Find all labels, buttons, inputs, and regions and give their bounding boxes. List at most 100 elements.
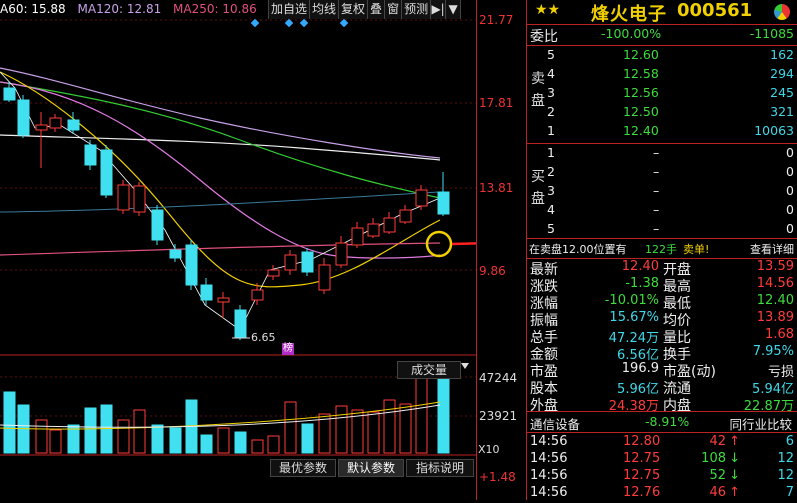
candle-body: [234, 309, 247, 339]
volume-bar: [251, 439, 264, 454]
chevron-down-icon[interactable]: [461, 363, 469, 369]
dropdown-icon[interactable]: ▼: [446, 0, 462, 19]
sell-price[interactable]: 12.58: [623, 66, 659, 81]
stock-title-bar: ★★ 烽火电子 000561: [527, 0, 797, 25]
stat-row: 总手 47.24万 量比 1.68: [527, 327, 797, 346]
buy-price[interactable]: –: [653, 145, 659, 160]
ma-line-green: [0, 81, 441, 199]
add-watchlist-button[interactable]: 加自选: [269, 0, 311, 19]
industry-compare-button[interactable]: 同行业比较: [729, 414, 792, 433]
stock-name: 烽火电子: [591, 4, 667, 25]
buy-price[interactable]: –: [653, 183, 659, 198]
tick-row: 14:56 12.75 52 ↓ 12: [527, 468, 797, 486]
price-trace: [0, 71, 441, 331]
stat-label: 外盘: [530, 398, 558, 414]
annotation-arrow-line: [451, 242, 476, 246]
axis-label: 21.77: [479, 13, 514, 27]
fullscreen-icon[interactable]: ▶|: [431, 0, 447, 19]
arrow-down-icon: ↓: [729, 468, 740, 483]
level-number: 1: [547, 145, 555, 160]
stat-row: 金额 6.56亿 换手 7.95%: [527, 344, 797, 363]
sector-row[interactable]: 通信设备 -8.91% 同行业比较: [527, 414, 797, 432]
buy-volume: 0: [786, 183, 794, 198]
volume-bar: [217, 427, 230, 454]
ma-settings-button[interactable]: 均线: [310, 0, 340, 19]
stat-value: 15.67%: [609, 310, 659, 325]
sell-level-row: 5 12.60 162: [527, 47, 797, 65]
level-number: 3: [547, 183, 555, 198]
candle-body: [383, 217, 396, 233]
volume-bar: [200, 434, 213, 454]
candle-body: [251, 289, 264, 301]
stat-value: 196.9: [621, 361, 659, 376]
weibi-label: 委比: [530, 29, 558, 45]
window-button[interactable]: 窗: [385, 0, 403, 19]
tick-volume: 46: [709, 485, 726, 500]
buy-volume: 0: [786, 202, 794, 217]
level-number: 1: [547, 123, 555, 138]
sector-name[interactable]: 通信设备: [530, 414, 580, 433]
stat-value: 13.59: [756, 259, 794, 274]
stat-value: 1.68: [765, 327, 794, 342]
indicator-help-button[interactable]: 指标说明: [406, 459, 474, 477]
rank-badge[interactable]: 榜: [282, 343, 294, 355]
alert-tag: 卖单!: [683, 243, 710, 256]
stat-row: 振幅 15.67% 均价 13.89: [527, 310, 797, 329]
sell-price[interactable]: 12.40: [623, 123, 659, 138]
chart-toolbar: 加自选 均线 复权 叠 窗 预测 ▶| ▼: [268, 0, 462, 19]
volume-bar: [3, 391, 16, 454]
big-order-alert[interactable]: 在卖盘12.00位置有 122手 卖单! 查看详细: [527, 241, 797, 259]
buy-level-row: 1 – 0: [527, 145, 797, 163]
default-params-button[interactable]: 默认参数: [338, 459, 404, 477]
volume-bar: [35, 419, 48, 454]
tick-price: 12.80: [623, 434, 661, 449]
level-number: 2: [547, 164, 555, 179]
buy-price[interactable]: –: [653, 164, 659, 179]
best-params-button[interactable]: 最优参数: [270, 459, 336, 477]
volume-indicator-select[interactable]: 成交量: [397, 361, 461, 379]
sell-price[interactable]: 12.60: [623, 47, 659, 62]
ma-line-cyan-faint: [0, 191, 441, 213]
stat-row: 最新 12.40 开盘 13.59: [527, 259, 797, 278]
adjust-price-button[interactable]: 复权: [339, 0, 369, 19]
volume-bar: [267, 435, 280, 454]
tick-price: 12.76: [623, 485, 661, 500]
sell-volume: 245: [770, 85, 794, 100]
kline-canvas[interactable]: [0, 0, 476, 500]
candle-body: [267, 269, 280, 277]
volume-bar: [169, 427, 182, 454]
stat-value: 13.89: [756, 310, 794, 325]
sell-volume: 321: [770, 104, 794, 119]
buy-volume: 0: [786, 145, 794, 160]
candle-body: [185, 244, 198, 286]
candle-body: [367, 223, 380, 237]
axis-label: 13.81: [479, 181, 514, 195]
ma-line-red-long: [0, 242, 441, 256]
tick-time: 14:56: [530, 451, 568, 466]
volume-bar: [301, 423, 314, 454]
candle-body: [117, 184, 130, 211]
volume-bar: [335, 405, 348, 454]
volume-bar: [437, 371, 450, 454]
volume-bar: [117, 419, 130, 454]
kline-chart[interactable]: A60: 15.88 MA120: 12.81 MA250: 10.86 加自选…: [0, 0, 476, 500]
view-details-link[interactable]: 查看详细: [750, 241, 794, 257]
candle-body: [151, 209, 164, 241]
forecast-button[interactable]: 预测: [402, 0, 432, 19]
ma-line-yellow: [0, 71, 441, 288]
candle-body: [133, 185, 146, 213]
tick-volume: 52: [709, 468, 726, 483]
sell-price[interactable]: 12.56: [623, 85, 659, 100]
volume-bar: [49, 429, 62, 454]
candle-body: [399, 209, 412, 223]
weibi-percent: -100.00%: [601, 26, 662, 41]
sell-volume: 294: [770, 66, 794, 81]
volume-bar: [399, 403, 412, 454]
overlay-button[interactable]: 叠: [368, 0, 386, 19]
buy-price[interactable]: –: [653, 221, 659, 236]
sell-price[interactable]: 12.50: [623, 104, 659, 119]
candle-body: [84, 144, 97, 166]
buy-price[interactable]: –: [653, 202, 659, 217]
pie-chart-icon[interactable]: [774, 4, 790, 20]
axis-label: +1.48: [479, 470, 516, 484]
